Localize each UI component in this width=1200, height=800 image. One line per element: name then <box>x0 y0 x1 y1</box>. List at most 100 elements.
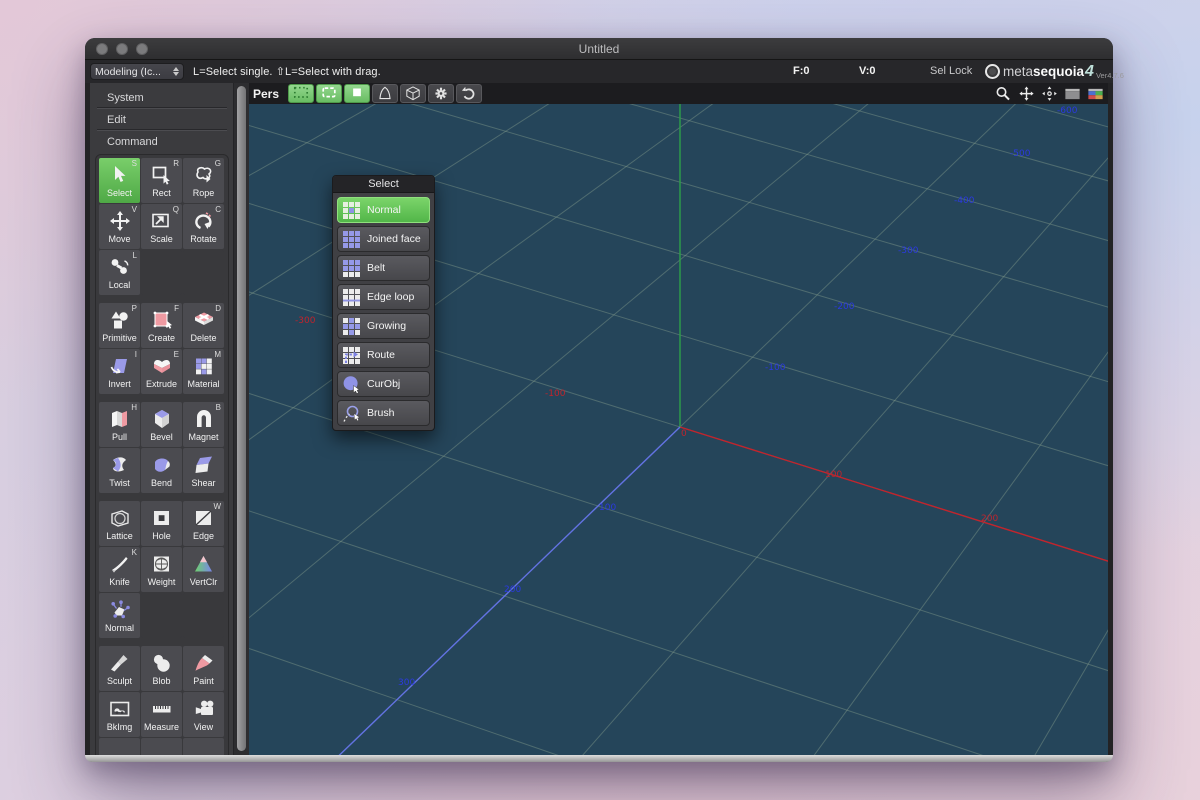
tool-shortcut: W <box>213 502 221 511</box>
tool-vertclr[interactable]: VertClr <box>183 547 224 592</box>
tool-bend[interactable]: Bend <box>141 448 182 493</box>
tool-shortcut: E <box>174 350 179 359</box>
viewport-3d[interactable]: -600-500-400-300-200-100100200300-300-10… <box>249 104 1108 755</box>
cube-icon <box>403 85 423 102</box>
empty-cell <box>141 593 182 638</box>
single-view-icon[interactable] <box>1063 85 1082 103</box>
tool-label: Local <box>109 280 131 291</box>
brush-icon <box>342 404 361 423</box>
tool-label: View <box>194 722 213 733</box>
tool-rotate[interactable]: RotateC <box>183 204 224 249</box>
face-select-toggle[interactable] <box>344 84 370 103</box>
select-mode-growing[interactable]: Growing <box>337 313 430 339</box>
tool-move[interactable]: MoveV <box>99 204 140 249</box>
logo-text-4: 4 <box>1085 63 1094 81</box>
tool-shortcut: I <box>135 350 137 359</box>
tool-weight[interactable]: Weight <box>141 547 182 592</box>
curobj-icon <box>342 375 361 394</box>
refresh-button[interactable] <box>456 84 482 103</box>
tool-local[interactable]: Local L <box>99 250 140 295</box>
tool-partial-c[interactable] <box>183 738 224 755</box>
settings-button[interactable] <box>428 84 454 103</box>
rotate-icon <box>191 207 217 234</box>
partial-a-icon <box>107 741 133 755</box>
vertex-select-toggle[interactable] <box>288 84 314 103</box>
sidebar-section-command[interactable]: Command <box>107 136 233 148</box>
bend-icon <box>149 451 175 478</box>
tool-invert[interactable]: InvertI <box>99 349 140 394</box>
tool-bkimg[interactable]: BkImg <box>99 692 140 737</box>
material-icon <box>191 352 217 379</box>
hole-icon <box>149 504 175 531</box>
tool-partial-b[interactable] <box>141 738 182 755</box>
select-mode-curobj[interactable]: CurObj <box>337 371 430 397</box>
tool-measure[interactable]: Measure <box>141 692 182 737</box>
sidebar-section-edit[interactable]: Edit <box>107 114 233 126</box>
select-mode-belt[interactable]: Belt <box>337 255 430 281</box>
tool-partial-a[interactable] <box>99 738 140 755</box>
tool-normal[interactable]: Normal <box>99 593 140 638</box>
shear-icon <box>191 451 217 478</box>
select-mode-joined-face[interactable]: Joined face <box>337 226 430 252</box>
zoom-view-icon[interactable] <box>994 85 1013 103</box>
tool-magnet[interactable]: MagnetB <box>183 402 224 447</box>
select-mode-route[interactable]: Route <box>337 342 430 368</box>
orbit-view-icon[interactable] <box>1040 85 1059 103</box>
mode-select-dropdown[interactable]: Modeling (Ic... <box>90 63 184 80</box>
face-count: F:0 <box>793 60 810 83</box>
tool-group-3: LatticeHoleEdgeW KnifeKWeightVertClr Norma… <box>99 501 225 638</box>
tool-twist[interactable]: Twist <box>99 448 140 493</box>
object-display-button[interactable] <box>400 84 426 103</box>
tool-blob[interactable]: Blob <box>141 646 182 691</box>
select-mode-brush[interactable]: Brush <box>337 400 430 426</box>
metasequoia-logo-icon <box>985 64 1000 79</box>
tool-create[interactable]: CreateF <box>141 303 182 348</box>
select-mode-label: Belt <box>367 262 385 274</box>
weight-icon <box>149 550 175 577</box>
sel-lock-toggle[interactable]: Sel Lock <box>930 60 972 83</box>
axis-label-z--200: -200 <box>834 302 854 312</box>
tool-lattice[interactable]: Lattice <box>99 501 140 546</box>
sidebar-section-system[interactable]: System <box>107 92 233 104</box>
tool-paint[interactable]: Paint <box>183 646 224 691</box>
tool-shortcut: P <box>132 304 137 313</box>
tool-extrude[interactable]: ExtrudeE <box>141 349 182 394</box>
smooth-preview-button[interactable] <box>372 84 398 103</box>
tool-delete[interactable]: DeleteD <box>183 303 224 348</box>
edge-select-toggle[interactable] <box>316 84 342 103</box>
tool-primitive[interactable]: PrimitiveP <box>99 303 140 348</box>
tool-hole[interactable]: Hole <box>141 501 182 546</box>
primitive-icon <box>107 306 133 333</box>
vertclr-icon <box>191 550 217 577</box>
tool-rope[interactable]: RopeG <box>183 158 224 203</box>
tool-label: Create <box>148 333 175 344</box>
axis-label-x-100: 100 <box>825 470 842 480</box>
tool-knife[interactable]: KnifeK <box>99 547 140 592</box>
select-mode-normal[interactable]: Normal <box>337 197 430 223</box>
tool-material[interactable]: MaterialM <box>183 349 224 394</box>
view-toolbar: Pers <box>249 83 1108 104</box>
tool-pull[interactable]: PullH <box>99 402 140 447</box>
tool-edge[interactable]: EdgeW <box>183 501 224 546</box>
window-titlebar[interactable]: Untitled <box>85 38 1113 60</box>
delete-icon <box>191 306 217 333</box>
view-mode-label[interactable]: Pers <box>253 87 279 101</box>
tool-shortcut: L <box>133 251 137 260</box>
tool-scale[interactable]: ScaleQ <box>141 204 182 249</box>
sidebar-scrollbar[interactable] <box>233 83 249 755</box>
tool-bevel[interactable]: Bevel <box>141 402 182 447</box>
tool-shortcut: V <box>132 205 137 214</box>
tool-select[interactable]: SelectS <box>99 158 140 203</box>
metasequoia-window: Untitled Modeling (Ic... L=Select single… <box>85 38 1113 762</box>
select-subpanel-title[interactable]: Select <box>333 176 434 193</box>
axis-label-x--100: -100 <box>545 389 565 399</box>
select-mode-edge-loop[interactable]: Edge loop <box>337 284 430 310</box>
tool-group-0: SelectSRectRRopeG MoveVScaleQRotateC Local… <box>99 158 225 295</box>
tool-view[interactable]: View <box>183 692 224 737</box>
tool-sculpt[interactable]: Sculpt <box>99 646 140 691</box>
pan-view-icon[interactable] <box>1017 85 1036 103</box>
tool-shear[interactable]: Shear <box>183 448 224 493</box>
tool-rect[interactable]: RectR <box>141 158 182 203</box>
quad-view-icon[interactable] <box>1086 85 1105 103</box>
scrollbar-thumb[interactable] <box>237 86 246 751</box>
